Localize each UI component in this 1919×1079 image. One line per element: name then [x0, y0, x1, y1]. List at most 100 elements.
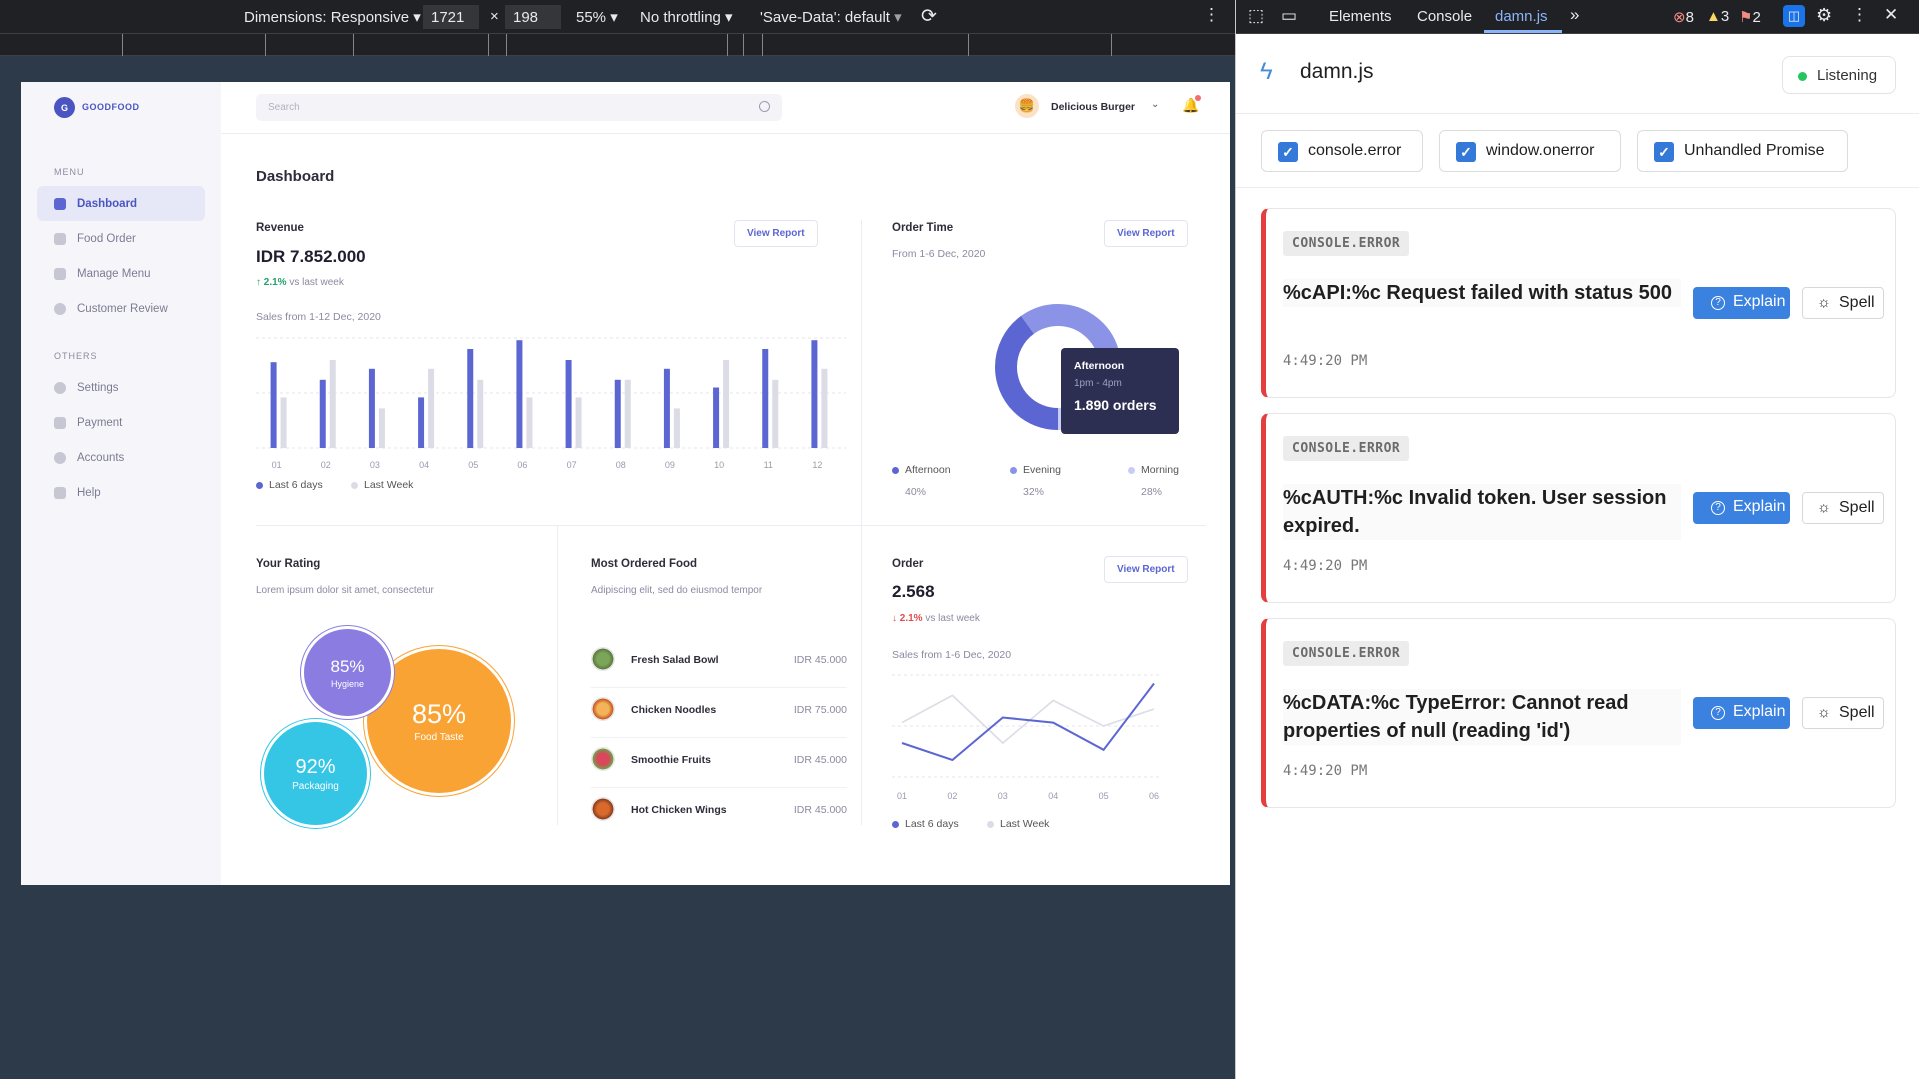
bar — [762, 349, 769, 448]
revenue-view-report-button[interactable]: View Report — [734, 220, 818, 247]
bar — [624, 379, 631, 448]
sidebar-item-label: Customer Review — [77, 302, 168, 315]
dimensions-dropdown[interactable]: Dimensions: Responsive ▾ — [244, 8, 421, 26]
checkbox-checked-icon[interactable]: ✓ — [1654, 142, 1674, 162]
inspect-element-icon[interactable]: ⬚ — [1248, 6, 1264, 26]
zoom-dropdown[interactable]: 55% ▾ — [576, 8, 618, 26]
spell-button[interactable]: ☼ Spell — [1802, 492, 1884, 524]
sidebar-item-customer-review[interactable]: Customer Review — [37, 291, 205, 326]
packaging-bubble: 92% Packaging — [264, 722, 367, 825]
list-item[interactable]: Hot Chicken Wings IDR 45.000 — [591, 794, 847, 830]
list-item[interactable]: Smoothie Fruits IDR 45.000 — [591, 744, 847, 788]
height-input[interactable]: 198 — [505, 5, 561, 29]
tab-damnjs[interactable]: damn.js — [1495, 8, 1548, 25]
explain-button[interactable]: ? Explain — [1693, 697, 1790, 729]
food-image — [591, 697, 615, 721]
sidebar-item-payment[interactable]: Payment — [37, 405, 205, 440]
width-input[interactable]: 1721 — [423, 5, 479, 29]
bar — [319, 379, 326, 448]
checkbox-checked-icon[interactable]: ✓ — [1456, 142, 1476, 162]
hygiene-pct: 85% — [330, 656, 365, 676]
bar — [270, 362, 277, 448]
order-legend-last-week: Last Week — [987, 818, 1049, 830]
list-item[interactable]: Fresh Salad Bowl IDR 45.000 — [591, 644, 847, 688]
order-view-report-button[interactable]: View Report — [1104, 556, 1188, 583]
revenue-change-value: 2.1% — [263, 277, 287, 288]
legend-dot — [1128, 466, 1135, 474]
tab-console[interactable]: Console — [1417, 8, 1472, 25]
save-data-dropdown[interactable]: 'Save-Data': default ▾ — [760, 8, 902, 26]
notification-dot — [1195, 95, 1202, 101]
bar — [772, 379, 779, 448]
row-divider — [256, 525, 1206, 526]
error-type-badge: CONSOLE.ERROR — [1283, 231, 1410, 256]
close-icon[interactable]: ✕ — [1884, 5, 1898, 25]
throttling-dropdown[interactable]: No throttling ▾ — [640, 8, 733, 26]
lightbulb-icon: ☼ — [1817, 294, 1831, 311]
bar — [280, 397, 287, 448]
spell-button[interactable]: ☼ Spell — [1802, 697, 1884, 729]
sidebar-item-manage-menu[interactable]: Manage Menu — [37, 256, 205, 291]
list-divider — [591, 787, 847, 788]
spell-button[interactable]: ☼ Spell — [1802, 287, 1884, 319]
warning-count-value: 3 — [1720, 8, 1730, 25]
tab-elements[interactable]: Elements — [1329, 8, 1392, 25]
rotate-icon[interactable]: ⟳ — [921, 5, 937, 28]
more-options-icon[interactable]: ⋮ — [1203, 5, 1220, 25]
sidebar-item-settings[interactable]: Settings — [37, 370, 205, 405]
order-line-chart: 01 02 03 04 05 06 — [892, 674, 1162, 801]
bar — [723, 360, 730, 448]
bar — [713, 387, 720, 448]
tick-label: 01 — [272, 460, 282, 470]
list-divider — [591, 687, 847, 688]
restaurant-name[interactable]: Delicious Burger — [1051, 101, 1135, 113]
tick-label: 10 — [714, 460, 724, 470]
device-toggle-icon[interactable]: ▭ — [1281, 6, 1297, 26]
more-options-icon[interactable]: ⋮ — [1851, 5, 1868, 25]
help-circle-icon: ? — [1711, 706, 1725, 720]
issue-count[interactable]: ⚑2 — [1739, 8, 1761, 26]
dimension-separator: × — [490, 8, 499, 25]
menu-heading: MENU — [54, 167, 85, 177]
explain-button[interactable]: ? Explain — [1693, 287, 1790, 319]
restaurant-avatar[interactable]: 🍔 — [1015, 94, 1039, 118]
device-toolbar: Dimensions: Responsive ▾ 1721 × 198 55% … — [0, 0, 1235, 34]
tick-label: 03 — [998, 791, 1008, 801]
legend-label: Last 6 days — [269, 479, 323, 491]
legend-dot — [256, 481, 263, 489]
bell-icon[interactable]: 🔔 — [1182, 95, 1202, 114]
sidebar-item-help[interactable]: Help — [37, 475, 205, 510]
list-item[interactable]: Chicken Noodles IDR 75.000 — [591, 694, 847, 738]
logo-icon: G — [54, 97, 75, 118]
filter-unhandled-promise[interactable]: ✓ Unhandled Promise — [1637, 130, 1848, 172]
order-change: ↓ 2.1% vs last week — [892, 613, 980, 624]
legend-morning: Morning 28% — [1128, 464, 1179, 498]
error-count[interactable]: ⊗8 — [1673, 8, 1694, 26]
most-ordered-subtitle: Adipiscing elit, sed do eiusmod tempor — [591, 585, 763, 596]
warning-count[interactable]: ▲3 — [1706, 8, 1729, 25]
tick-label: 02 — [321, 460, 331, 470]
sidebar-item-label: Settings — [77, 381, 119, 394]
sidebar-item-food-order[interactable]: Food Order — [37, 221, 205, 256]
filter-window-onerror[interactable]: ✓ window.onerror — [1439, 130, 1621, 172]
extension-icon[interactable]: ◫ — [1783, 5, 1805, 27]
tick-label: 12 — [812, 460, 822, 470]
search-input[interactable]: Search — [256, 94, 782, 121]
filter-console-error[interactable]: ✓ console.error — [1261, 130, 1423, 172]
list-divider — [591, 737, 847, 738]
explain-button[interactable]: ? Explain — [1693, 492, 1790, 524]
devtools-panel: ⬚ ▭ Elements Console damn.js » ⊗8 ▲3 ⚑2 … — [1235, 0, 1919, 1079]
app-viewport: G GOODFOOD MENU Dashboard Food Order Man… — [21, 82, 1230, 885]
media-query-ruler[interactable] — [0, 34, 1235, 56]
sidebar-item-accounts[interactable]: Accounts — [37, 440, 205, 475]
order-time-view-report-button[interactable]: View Report — [1104, 220, 1188, 247]
checkbox-checked-icon[interactable]: ✓ — [1278, 142, 1298, 162]
tick-label: 09 — [665, 460, 675, 470]
revenue-change-suffix: vs last week — [289, 277, 344, 288]
gear-icon[interactable]: ⚙ — [1816, 5, 1832, 26]
sidebar-item-dashboard[interactable]: Dashboard — [37, 186, 205, 221]
chevron-down-icon[interactable]: ⌄ — [1151, 99, 1159, 110]
more-tabs-icon[interactable]: » — [1570, 5, 1579, 25]
filter-label: window.onerror — [1486, 142, 1595, 159]
legend-label: Last Week — [364, 479, 414, 491]
